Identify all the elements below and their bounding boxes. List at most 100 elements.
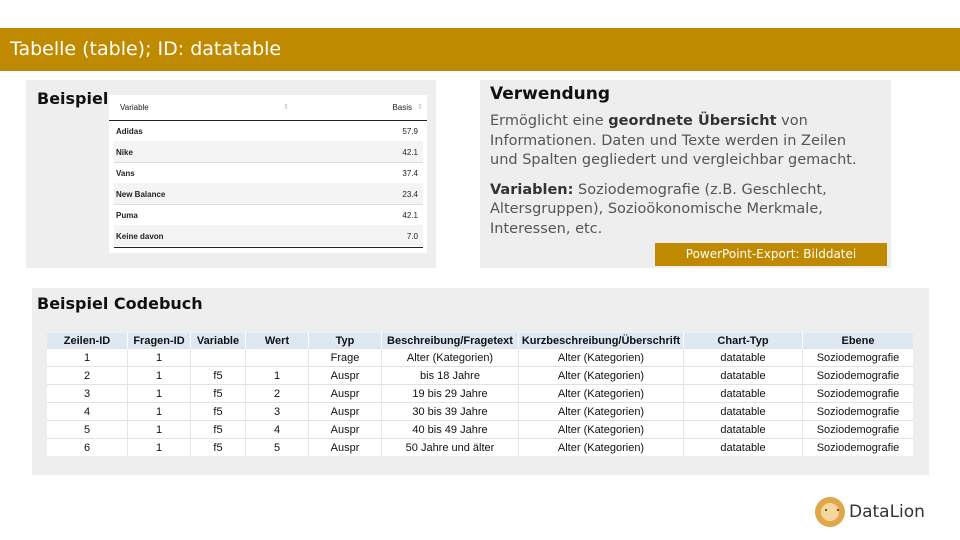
table-cell: 1 [127, 384, 191, 403]
table-cell: 3 [47, 384, 128, 403]
variables-label: Variablen: [490, 181, 574, 198]
example-table: Variable ⇕ Basis ⇕ Adidas 57.9 Nike 42.1… [109, 95, 427, 253]
row-value: 7.0 [406, 232, 418, 241]
table-row: Keine davon 7.0 [114, 225, 423, 246]
table-row: 3 1 f5 2 Auspr 19 bis 29 Jahre Alter (Kategori… [47, 384, 913, 403]
col-header: Kurzbeschreibung/Überschrift [518, 333, 684, 349]
page-title: Tabelle (table); ID: datatable [10, 38, 282, 60]
codebook-header-row: Zeilen-ID Fragen-ID Variable Wert Typ Be… [47, 333, 913, 349]
table-row: 1 1 Frage Alter (Kategorien) Alter (Kategori… [47, 348, 913, 367]
table-cell: datatable [683, 348, 803, 367]
table-row: Puma 42.1 [114, 204, 423, 226]
table-cell: f5 [190, 438, 246, 456]
col-header: Ebene [802, 333, 913, 349]
row-value: 23.4 [402, 190, 418, 199]
codebook-table: Zeilen-ID Fragen-ID Variable Wert Typ Be… [47, 333, 913, 456]
table-cell: Frage [308, 348, 382, 367]
sort-icon[interactable]: ⇕ [417, 103, 423, 111]
table-cell: Alter (Kategorien) [518, 348, 684, 367]
row-name: Adidas [116, 127, 143, 136]
usage-paragraph: Ermöglicht eine geordnete Übersicht von … [490, 112, 870, 171]
export-badge: PowerPoint-Export: Bilddatei [655, 243, 887, 266]
codebook-heading: Beispiel Codebuch [37, 294, 203, 313]
example-table-header: Variable ⇕ Basis ⇕ [109, 95, 427, 121]
table-row: 2 1 f5 1 Auspr bis 18 Jahre Alter (Kategorien)… [47, 366, 913, 385]
variables-paragraph: Variablen: Soziodemografie (z.B. Geschle… [490, 181, 870, 240]
table-cell: datatable [683, 384, 803, 403]
row-name: Puma [116, 211, 138, 220]
table-row: 4 1 f5 3 Auspr 30 bis 39 Jahre Alter (Kategori… [47, 402, 913, 421]
table-cell: Alter (Kategorien) [518, 366, 684, 385]
lion-logo-icon [815, 497, 845, 527]
usage-heading: Verwendung [490, 84, 611, 104]
table-cell: Soziodemografie [802, 348, 913, 367]
example-heading: Beispiel [37, 89, 109, 108]
table-cell: Soziodemografie [802, 402, 913, 421]
col-header: Typ [308, 333, 382, 349]
table-cell: 5 [47, 420, 128, 439]
table-row: Nike 42.1 [114, 141, 423, 163]
table-cell: 1 [245, 366, 309, 385]
table-row: Adidas 57.9 [114, 120, 423, 142]
table-cell: 30 bis 39 Jahre [381, 402, 519, 421]
table-row: 6 1 f5 5 Auspr 50 Jahre und älter Alter (Kateg… [47, 438, 913, 456]
table-bottom-rule [114, 247, 423, 248]
table-cell: Auspr [308, 420, 382, 439]
table-cell: 2 [245, 384, 309, 403]
table-cell [190, 348, 246, 367]
header-basis[interactable]: Basis [392, 103, 412, 112]
table-cell: Alter (Kategorien) [518, 402, 684, 421]
table-cell: 1 [127, 348, 191, 367]
col-header: Fragen-ID [127, 333, 191, 349]
sort-icon[interactable]: ⇕ [283, 103, 289, 111]
col-header: Variable [190, 333, 246, 349]
row-value: 57.9 [402, 127, 418, 136]
table-cell: f5 [190, 420, 246, 439]
table-cell: 1 [47, 348, 128, 367]
table-cell: 1 [127, 402, 191, 421]
table-cell: 1 [127, 438, 191, 456]
table-cell: datatable [683, 420, 803, 439]
col-header: Beschreibung/Fragetext [381, 333, 519, 349]
table-cell: Alter (Kategorien) [518, 420, 684, 439]
table-cell: Auspr [308, 438, 382, 456]
table-cell: f5 [190, 402, 246, 421]
row-name: Vans [116, 169, 135, 178]
table-cell: Auspr [308, 384, 382, 403]
table-cell: Auspr [308, 402, 382, 421]
table-cell: 2 [47, 366, 128, 385]
table-cell: bis 18 Jahre [381, 366, 519, 385]
table-cell: datatable [683, 438, 803, 456]
col-header: Zeilen-ID [47, 333, 128, 349]
table-row: Vans 37.4 [114, 162, 423, 184]
table-cell: datatable [683, 402, 803, 421]
usage-description: Ermöglicht eine geordnete Übersicht von … [490, 112, 870, 239]
table-cell: 5 [245, 438, 309, 456]
table-cell: 1 [127, 420, 191, 439]
table-cell: datatable [683, 366, 803, 385]
table-cell: Soziodemografie [802, 384, 913, 403]
usage-text: Ermöglicht eine [490, 113, 609, 129]
table-cell: 1 [127, 366, 191, 385]
table-cell: Soziodemografie [802, 420, 913, 439]
table-cell: 3 [245, 402, 309, 421]
row-name: New Balance [116, 190, 166, 199]
table-cell [245, 348, 309, 367]
header-variable[interactable]: Variable [120, 103, 149, 112]
table-cell: 4 [47, 402, 128, 421]
usage-bold: geordnete Übersicht [608, 113, 777, 129]
col-header: Chart-Typ [683, 333, 803, 349]
table-cell: Alter (Kategorien) [381, 348, 519, 367]
table-row: New Balance 23.4 [114, 183, 423, 205]
row-value: 42.1 [402, 211, 418, 220]
table-cell: f5 [190, 366, 246, 385]
table-cell: 40 bis 49 Jahre [381, 420, 519, 439]
col-header: Wert [245, 333, 309, 349]
table-row: 5 1 f5 4 Auspr 40 bis 49 Jahre Alter (Kategori… [47, 420, 913, 439]
table-cell: 6 [47, 438, 128, 456]
table-cell: 4 [245, 420, 309, 439]
row-value: 42.1 [402, 148, 418, 157]
table-cell: Alter (Kategorien) [518, 384, 684, 403]
table-cell: 19 bis 29 Jahre [381, 384, 519, 403]
row-name: Nike [116, 148, 133, 157]
